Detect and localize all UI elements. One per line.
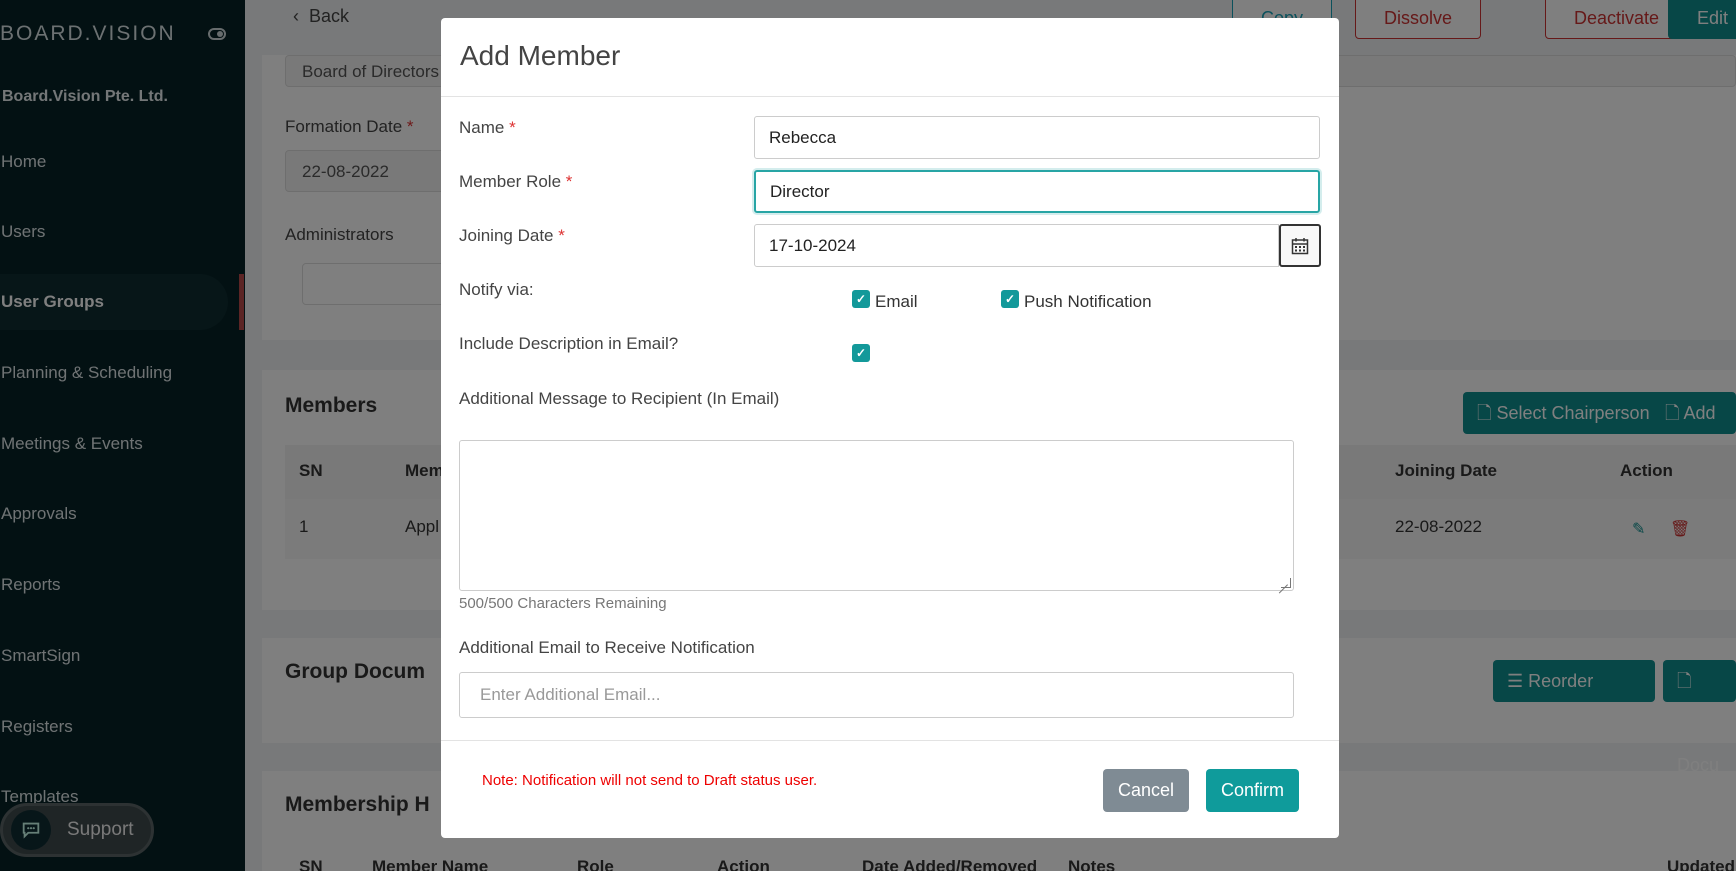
- include-description-checkbox[interactable]: ✓: [852, 344, 870, 362]
- email-checkbox[interactable]: ✓: [852, 290, 870, 308]
- joining-date-input[interactable]: 17-10-2024: [754, 224, 1279, 267]
- member-role-label: Member Role *: [459, 172, 573, 191]
- include-description-label: Include Description in Email?: [459, 334, 679, 353]
- modal-header: Add Member: [441, 18, 1339, 97]
- cancel-button[interactable]: Cancel: [1103, 769, 1189, 812]
- email-checkbox-label: Email: [875, 292, 918, 311]
- characters-remaining: 500/500 Characters Remaining: [459, 595, 667, 612]
- name-label: Name *: [459, 118, 516, 137]
- additional-email-label: Additional Email to Receive Notification: [459, 638, 755, 657]
- modal-footer: [441, 740, 1339, 838]
- name-input[interactable]: Rebecca: [754, 116, 1320, 159]
- member-role-input[interactable]: Director: [754, 170, 1320, 213]
- additional-message-textarea[interactable]: [459, 440, 1294, 591]
- draft-status-note: Note: Notification will not send to Draf…: [482, 772, 818, 789]
- push-notification-label: Push Notification: [1024, 292, 1152, 311]
- push-notification-checkbox[interactable]: ✓: [1001, 290, 1019, 308]
- resize-handle-icon[interactable]: [1281, 578, 1291, 588]
- modal-title: Add Member: [460, 40, 621, 71]
- notify-via-label: Notify via:: [459, 280, 534, 299]
- additional-email-input[interactable]: Enter Additional Email...: [459, 672, 1294, 718]
- calendar-icon[interactable]: [1279, 224, 1321, 267]
- joining-date-label: Joining Date *: [459, 226, 565, 245]
- confirm-button[interactable]: Confirm: [1206, 769, 1299, 812]
- additional-message-label: Additional Message to Recipient (In Emai…: [459, 389, 780, 408]
- add-member-modal: Add Member Name * Rebecca Member Role * …: [441, 18, 1339, 838]
